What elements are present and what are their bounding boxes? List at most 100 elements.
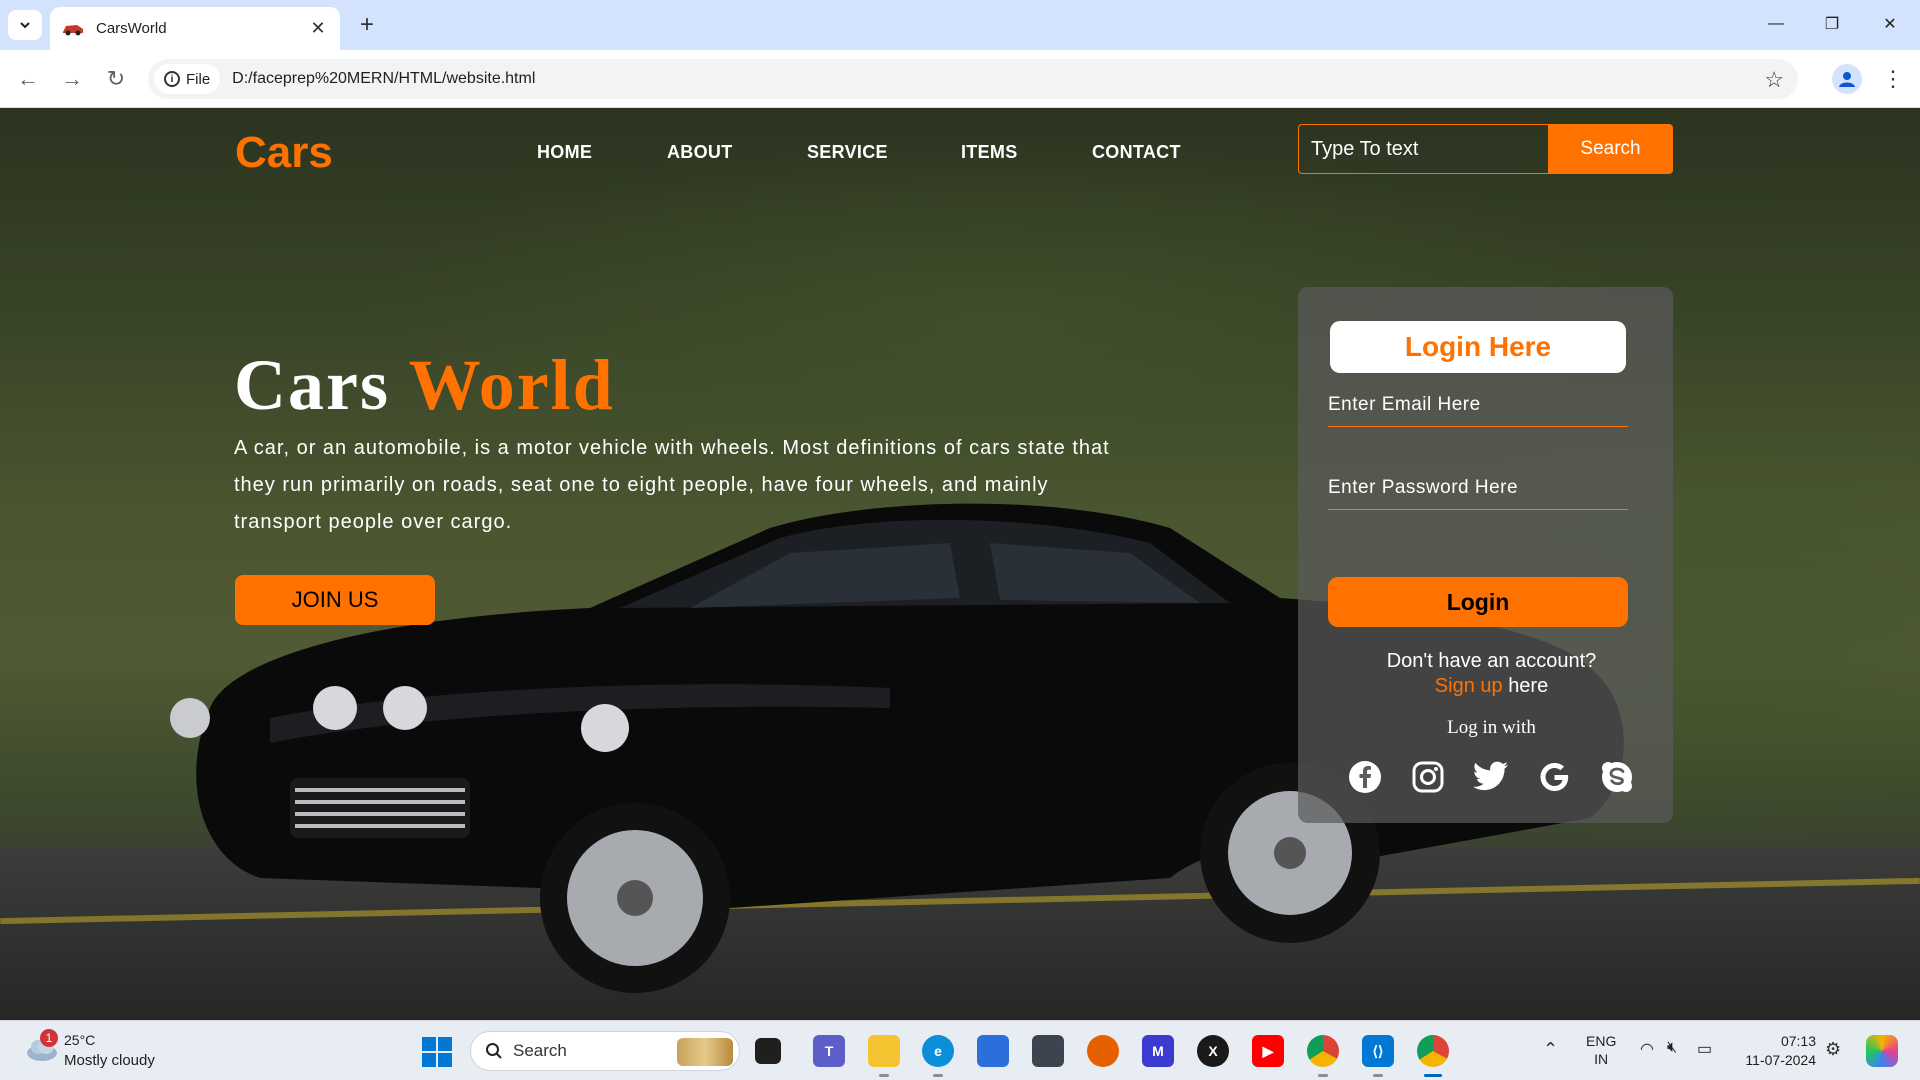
signup-suffix: here <box>1508 675 1549 697</box>
app-icon[interactable] <box>1032 1035 1064 1067</box>
browser-tab[interactable]: CarsWorld ✕ <box>50 7 340 50</box>
app-icon[interactable]: M <box>1142 1035 1174 1067</box>
battery-icon[interactable]: ▭ <box>1697 1039 1712 1059</box>
car-favicon-icon <box>63 24 83 35</box>
notification-icon[interactable]: ⚙ <box>1825 1039 1841 1060</box>
weather-description: Mostly cloudy <box>64 1052 155 1069</box>
clock-time: 07:13 <box>1780 1033 1816 1049</box>
restore-button[interactable]: ❐ <box>1812 8 1852 40</box>
restore-icon: ❐ <box>1824 16 1840 33</box>
window-close-icon: ✕ <box>1883 16 1897 33</box>
language-code: ENG <box>1586 1033 1617 1049</box>
nav-about[interactable]: ABOUT <box>667 142 733 163</box>
firefox-icon[interactable] <box>1087 1035 1119 1067</box>
site-search: Search <box>1298 124 1673 174</box>
address-bar[interactable]: i File D:/faceprep%20MERN/HTML/website.h… <box>148 59 1798 99</box>
weather-badge: 1 <box>40 1029 58 1047</box>
app-running-indicator <box>1318 1074 1328 1077</box>
edge-icon[interactable]: e <box>922 1035 954 1067</box>
clock[interactable]: 07:13 11-07-2024 <box>1738 1032 1816 1070</box>
minimize-icon: — <box>1768 15 1784 32</box>
xbox-icon[interactable]: X <box>1197 1035 1229 1067</box>
plus-icon: + <box>359 11 374 38</box>
password-field[interactable] <box>1328 466 1628 510</box>
person-icon <box>1839 72 1855 87</box>
taskbar-search[interactable]: Search <box>470 1031 740 1071</box>
language-indicator[interactable]: ENG IN <box>1586 1032 1616 1068</box>
weather-temperature: 25°C <box>64 1032 96 1048</box>
chrome-icon[interactable] <box>1417 1035 1449 1067</box>
web-page: Cars HOME ABOUT SERVICE ITEMS CONTACT Se… <box>0 108 1920 1020</box>
search-highlight-image <box>677 1038 733 1066</box>
app-active-indicator <box>1424 1074 1442 1077</box>
facebook-icon[interactable] <box>1346 758 1384 796</box>
chrome-icon[interactable] <box>1307 1035 1339 1067</box>
copilot-icon[interactable] <box>1866 1035 1898 1067</box>
reload-button[interactable]: ↻ <box>100 63 132 95</box>
region-code: IN <box>1594 1051 1609 1067</box>
app-running-indicator <box>879 1074 889 1077</box>
hero-title-part1: Cars <box>234 345 390 425</box>
account-prompt: Don't have an account? Sign up here <box>1298 649 1673 699</box>
tab-strip: CarsWorld ✕ + — ❐ ✕ <box>0 0 1920 50</box>
chevron-down-icon <box>20 22 30 29</box>
file-explorer-icon[interactable] <box>868 1035 900 1067</box>
new-tab-button[interactable]: + <box>352 10 382 40</box>
nav-contact[interactable]: CONTACT <box>1092 142 1181 163</box>
signup-line: Sign up here <box>1310 674 1673 699</box>
email-field[interactable] <box>1328 383 1628 427</box>
search-icon <box>486 1043 502 1059</box>
nav-service[interactable]: SERVICE <box>807 142 888 163</box>
minimize-button[interactable]: — <box>1756 8 1796 40</box>
hero-description: A car, or an automobile, is a motor vehi… <box>234 437 1110 533</box>
wifi-icon[interactable]: ◠ <box>1640 1039 1654 1059</box>
window-close-button[interactable]: ✕ <box>1870 8 1910 40</box>
forward-icon: → <box>61 66 83 91</box>
google-icon[interactable] <box>1535 758 1573 796</box>
youtube-icon[interactable]: ▶ <box>1252 1035 1284 1067</box>
social-login-icons <box>1346 757 1636 797</box>
hero-title-part2: World <box>408 345 615 425</box>
forward-button[interactable]: → <box>56 63 88 95</box>
app-running-indicator <box>933 1074 943 1077</box>
store-icon[interactable] <box>977 1035 1009 1067</box>
site-info-chip[interactable]: i File <box>154 64 221 94</box>
profile-icon[interactable] <box>1832 64 1862 94</box>
clock-date: 11-07-2024 <box>1745 1052 1816 1068</box>
hero-title: Cars World <box>234 344 615 427</box>
task-view-icon[interactable] <box>755 1038 781 1064</box>
teams-icon[interactable]: T <box>813 1035 845 1067</box>
back-icon: ← <box>17 66 39 91</box>
join-us-button[interactable]: JOIN US <box>235 575 435 625</box>
signup-link[interactable]: Sign up <box>1435 675 1503 697</box>
login-button[interactable]: Login <box>1328 577 1628 627</box>
kebab-menu-icon[interactable]: ⋮ <box>1878 64 1908 94</box>
skype-icon[interactable] <box>1598 758 1636 796</box>
info-icon: i <box>164 71 180 87</box>
twitter-icon[interactable] <box>1472 758 1510 796</box>
login-with-label: Log in with <box>1447 717 1536 738</box>
tab-title: CarsWorld <box>96 20 167 37</box>
chevron-up-icon[interactable]: ⌃ <box>1543 1039 1558 1060</box>
vscode-icon[interactable]: ⟨⟩ <box>1362 1035 1394 1067</box>
close-icon[interactable]: ✕ <box>308 18 328 39</box>
start-icon[interactable] <box>422 1037 452 1067</box>
login-title: Login Here <box>1330 321 1626 373</box>
taskbar-search-label: Search <box>513 1041 567 1060</box>
nav-home[interactable]: HOME <box>537 142 592 163</box>
url-text[interactable]: D:/faceprep%20MERN/HTML/website.html <box>232 70 535 88</box>
reload-icon: ↻ <box>106 66 126 91</box>
volume-muted-icon[interactable]: 🔇︎ <box>1667 1039 1677 1057</box>
instagram-icon[interactable] <box>1409 758 1447 796</box>
site-chip-label: File <box>186 70 211 88</box>
login-card: Login Here Login Don't have an account? … <box>1298 287 1673 823</box>
nav-items[interactable]: ITEMS <box>961 142 1018 163</box>
search-button[interactable]: Search <box>1548 124 1673 174</box>
brand-logo[interactable]: Cars <box>235 128 333 178</box>
star-icon[interactable]: ☆ <box>1764 67 1784 93</box>
browser-toolbar: ← → ↻ i File D:/faceprep%20MERN/HTML/web… <box>0 50 1920 108</box>
tab-list-button[interactable] <box>8 10 42 40</box>
app-running-indicator <box>1373 1074 1383 1077</box>
search-input[interactable] <box>1298 124 1548 174</box>
back-button[interactable]: ← <box>12 63 44 95</box>
